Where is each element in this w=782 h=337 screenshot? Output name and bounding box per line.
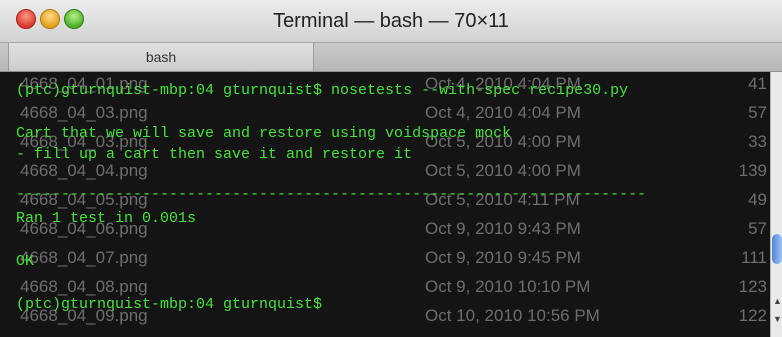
ghost-file-size: 123 bbox=[738, 277, 767, 296]
ghost-file-size: 49 bbox=[748, 190, 767, 209]
ghost-file-date: Oct 9, 2010 10:10 PM bbox=[425, 277, 591, 296]
terminal-output[interactable]: 4668_04_01.png Oct 4, 2010 4:04 PM 41 46… bbox=[0, 72, 770, 337]
window-title: Terminal — bash — 70×11 bbox=[273, 10, 509, 32]
ghost-file-date: Oct 9, 2010 9:45 PM bbox=[425, 248, 581, 267]
tab-bash[interactable]: bash bbox=[8, 43, 314, 71]
terminal-line-separator: ----------------------------------------… bbox=[16, 186, 647, 203]
scrollbar-thumb[interactable] bbox=[772, 234, 782, 264]
terminal-window: Terminal — bash — 70×11 bash 4668_04_01.… bbox=[0, 0, 782, 337]
ghost-file-name: 4668_04_08.png bbox=[20, 277, 148, 296]
scroll-down-arrow-icon[interactable]: ▼ bbox=[773, 314, 782, 324]
tab-bar: bash bbox=[0, 43, 782, 72]
ghost-file-size: 111 bbox=[741, 248, 767, 267]
ghost-file-date: Oct 9, 2010 9:43 PM bbox=[425, 219, 581, 238]
terminal-line-result: OK bbox=[16, 253, 35, 270]
ghost-row: 4668_04_04.png Oct 5, 2010 4:00 PM 139 bbox=[0, 161, 770, 189]
title-bar[interactable]: Terminal — bash — 70×11 bbox=[0, 0, 782, 43]
ghost-file-date: Oct 10, 2010 10:56 PM bbox=[425, 306, 600, 325]
terminal-line-command: (ptc)gturnquist-mbp:04 gturnquist$ noset… bbox=[16, 82, 629, 99]
ghost-file-size: 139 bbox=[738, 161, 767, 180]
ghost-file-name: 4668_04_04.png bbox=[20, 161, 148, 180]
ghost-row: 4668_04_07.png Oct 9, 2010 9:45 PM 111 bbox=[0, 248, 770, 276]
ghost-file-size: 57 bbox=[748, 219, 767, 238]
ghost-file-size: 57 bbox=[748, 103, 767, 122]
ghost-file-size: 41 bbox=[748, 74, 767, 93]
ghost-file-date: Oct 5, 2010 4:00 PM bbox=[425, 161, 581, 180]
vertical-scrollbar[interactable]: ▲ ▼ bbox=[770, 72, 782, 337]
ghost-file-date: Oct 4, 2010 4:04 PM bbox=[425, 103, 581, 122]
terminal-line-spec-item: - fill up a cart then save it and restor… bbox=[16, 146, 413, 163]
ghost-file-size: 33 bbox=[748, 132, 767, 151]
scroll-up-arrow-icon[interactable]: ▲ bbox=[773, 296, 782, 306]
terminal-line-prompt: (ptc)gturnquist-mbp:04 gturnquist$ bbox=[16, 296, 323, 313]
terminal-line-spec-context: Cart that we will save and restore using… bbox=[16, 125, 512, 142]
terminal-line-test-summary: Ran 1 test in 0.001s bbox=[16, 210, 197, 227]
ghost-file-name: 4668_04_07.png bbox=[20, 248, 148, 267]
ghost-file-name: 4668_04_03.png bbox=[20, 103, 148, 122]
ghost-file-size: 122 bbox=[738, 306, 767, 325]
